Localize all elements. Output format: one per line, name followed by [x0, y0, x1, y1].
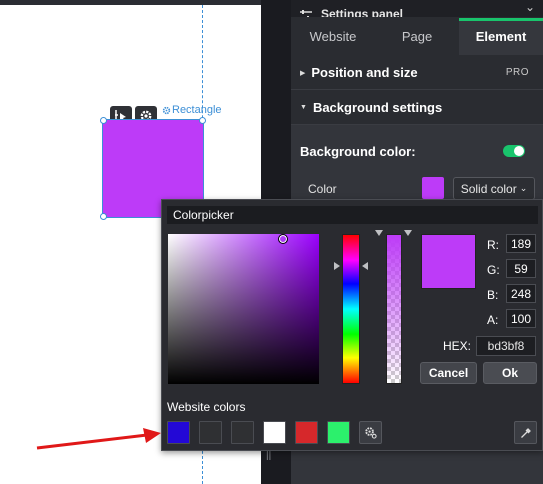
tab-website[interactable]: Website — [291, 18, 375, 55]
section-background-settings[interactable]: ▼ Background settings — [291, 91, 543, 125]
alpha-marker-left[interactable] — [375, 230, 383, 236]
annotation-arrow — [36, 428, 161, 450]
canvas-top-bar — [0, 0, 261, 5]
sliders-icon — [300, 10, 312, 17]
pro-badge: PRO — [505, 67, 529, 78]
tab-page[interactable]: Page — [375, 18, 459, 55]
website-colors-label: Website colors — [167, 400, 246, 414]
caret-right-icon: ▶ — [300, 69, 306, 77]
website-color-swatch[interactable] — [263, 421, 286, 444]
colorpicker-popup: Colorpicker R: 189 G: 59 B: 248 A: 100 H… — [161, 199, 543, 451]
current-color-swatch[interactable] — [422, 177, 444, 199]
eyedropper-icon — [520, 427, 531, 438]
panel-tabs: Website Page Element — [291, 18, 543, 55]
website-colors-row — [167, 421, 382, 444]
drag-handle-icon[interactable]: || — [266, 450, 271, 461]
chevron-down-icon[interactable]: ⌄ — [525, 0, 535, 14]
saturation-value-area[interactable] — [168, 234, 319, 384]
panel-header: Settings panel ⌄ — [291, 0, 543, 17]
hex-label: HEX: — [443, 339, 472, 353]
color-label: Color — [308, 182, 337, 196]
background-color-label: Background color: — [300, 144, 416, 159]
alpha-marker-right[interactable] — [404, 230, 412, 236]
red-input[interactable]: 189 — [506, 234, 536, 253]
colorpicker-title: Colorpicker — [167, 206, 538, 224]
gear-icon — [162, 106, 171, 114]
manage-colors-button[interactable] — [359, 421, 382, 444]
eyedropper-button[interactable] — [514, 421, 537, 444]
fill-type-value: Solid color — [460, 181, 517, 196]
green-input[interactable]: 59 — [506, 259, 536, 278]
section-position-size[interactable]: ▶ Position and size PRO — [291, 56, 543, 90]
alpha-input[interactable]: 100 — [506, 309, 536, 328]
fill-type-dropdown[interactable]: Solid color ⌄ — [453, 177, 535, 200]
hue-marker-right[interactable] — [362, 262, 368, 270]
gear-icon — [365, 427, 377, 439]
resize-handle[interactable] — [100, 213, 107, 220]
panel-title: Settings panel — [321, 7, 404, 17]
hex-input[interactable]: bd3bf8 — [476, 336, 536, 356]
resize-handle[interactable] — [199, 117, 206, 124]
element-name-tag[interactable]: Rectangle — [162, 104, 222, 116]
alpha-label: A: — [487, 313, 499, 327]
element-name-label: Rectangle — [172, 104, 222, 116]
green-label: G: — [487, 263, 500, 277]
website-color-swatch[interactable] — [199, 421, 222, 444]
background-color-toggle[interactable] — [503, 145, 525, 157]
section-position-size-label: Position and size — [311, 65, 418, 80]
cancel-button[interactable]: Cancel — [420, 362, 477, 384]
blue-label: B: — [487, 288, 499, 302]
alpha-slider[interactable] — [386, 234, 402, 384]
section-background-label: Background settings — [312, 100, 443, 115]
website-color-swatch[interactable] — [327, 421, 350, 444]
hue-marker-left[interactable] — [334, 262, 340, 270]
website-color-swatch[interactable] — [167, 421, 190, 444]
blue-input[interactable]: 248 — [506, 284, 536, 303]
website-color-swatch[interactable] — [231, 421, 254, 444]
ok-button[interactable]: Ok — [483, 362, 537, 384]
caret-down-icon: ▼ — [300, 104, 307, 111]
resize-handle[interactable] — [100, 117, 107, 124]
tab-element[interactable]: Element — [459, 18, 543, 55]
chevron-down-icon: ⌄ — [519, 183, 528, 193]
color-preview — [421, 234, 476, 289]
website-color-swatch[interactable] — [295, 421, 318, 444]
red-label: R: — [487, 238, 499, 252]
hue-slider[interactable] — [342, 234, 360, 384]
color-cursor[interactable] — [278, 234, 288, 244]
